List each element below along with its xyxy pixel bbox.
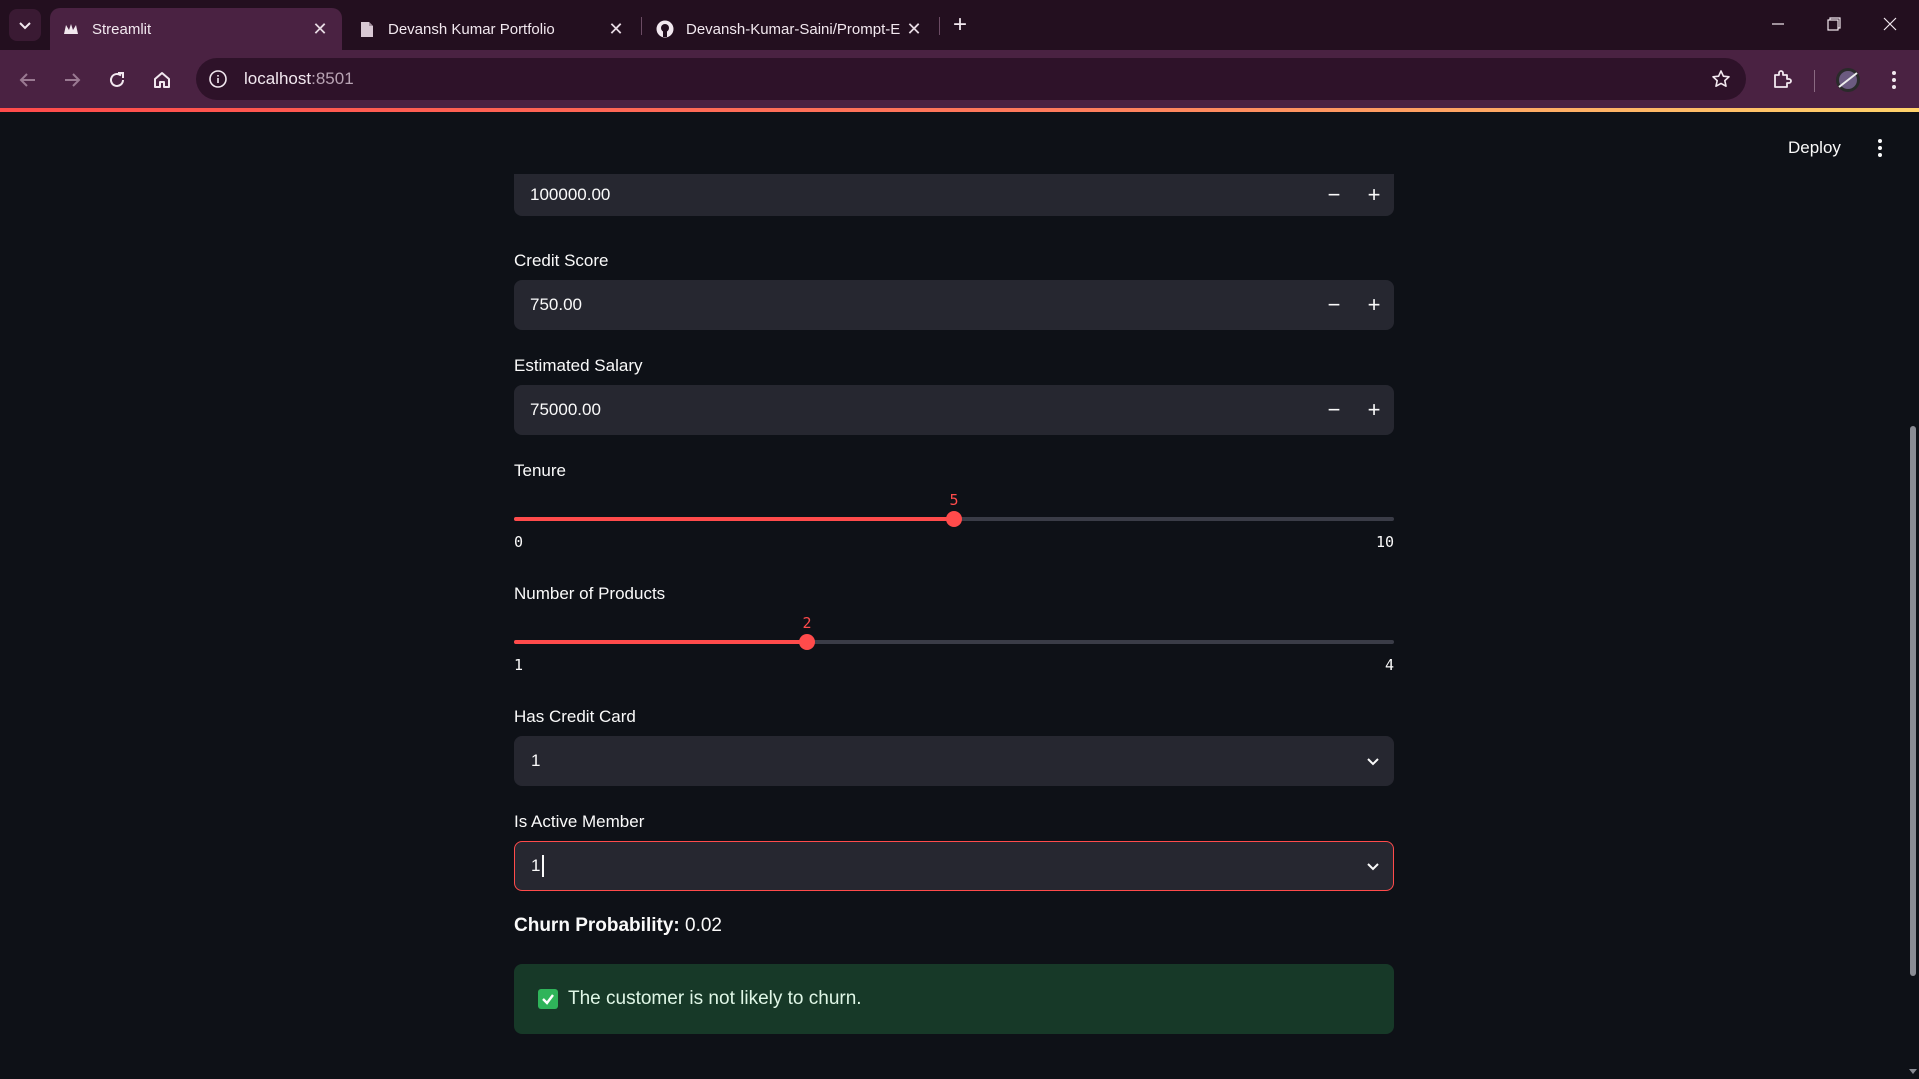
check-mark-icon	[538, 989, 558, 1009]
kebab-menu-icon	[1892, 71, 1896, 89]
salary-increment-button[interactable]: +	[1354, 385, 1394, 435]
success-message: The customer is not likely to churn.	[568, 988, 862, 1009]
slider-min-label: 0	[514, 533, 524, 551]
select-value[interactable]: 1	[531, 751, 1353, 771]
scroll-down-arrow-icon[interactable]	[1908, 1066, 1918, 1076]
home-icon	[154, 72, 170, 88]
close-icon	[1883, 17, 1897, 31]
bookmark-star-icon[interactable]	[1708, 66, 1734, 92]
salary-input[interactable]: 75000.00 − +	[514, 385, 1394, 435]
has-credit-card-label: Has Credit Card	[514, 707, 636, 726]
tab-separator	[641, 17, 642, 35]
toolbar-separator	[1814, 70, 1815, 92]
credit-score-decrement-button[interactable]: −	[1314, 280, 1354, 330]
slider-fill	[514, 640, 807, 644]
salary-value[interactable]: 75000.00	[530, 400, 1314, 420]
products-slider[interactable]: 2 1 4	[514, 614, 1394, 686]
minimize-button[interactable]	[1750, 0, 1806, 48]
success-alert: The customer is not likely to churn.	[514, 964, 1394, 1034]
profile-button[interactable]	[1832, 64, 1864, 96]
streamlit-app: Deploy 100000.00 − + Credit Score 750.00…	[0, 112, 1919, 1079]
credit-score-increment-button[interactable]: +	[1354, 280, 1394, 330]
close-icon[interactable]: ✕	[308, 17, 332, 41]
slider-min-label: 1	[514, 656, 524, 674]
text-caret	[542, 855, 545, 877]
salary-label: Estimated Salary	[514, 356, 643, 375]
churn-probability-label: Churn Probability:	[514, 915, 680, 936]
tab-title: Devansh Kumar Portfolio	[388, 20, 555, 38]
tab-title: Streamlit	[92, 20, 152, 38]
scrollbar-thumb[interactable]	[1910, 426, 1916, 976]
deploy-button[interactable]: Deploy	[1778, 132, 1851, 164]
tab-title: Devansh-Kumar-Saini/Prompt-E	[686, 20, 901, 38]
tab-separator	[939, 17, 940, 35]
salary-decrement-button[interactable]: −	[1314, 385, 1354, 435]
chevron-down-icon[interactable]	[1353, 736, 1393, 786]
select-value-text: 1	[531, 856, 541, 875]
chevron-down-icon[interactable]	[1353, 841, 1393, 891]
tab-streamlit[interactable]: Streamlit ✕	[50, 8, 342, 50]
reload-button[interactable]	[101, 64, 133, 96]
slider-max-label: 10	[1375, 533, 1394, 551]
url-text[interactable]: localhost:8501	[244, 69, 354, 89]
puzzle-icon	[1774, 70, 1792, 88]
browser-tab-bar: Streamlit ✕ Devansh Kumar Portfolio ✕ De…	[0, 0, 1919, 50]
new-tab-button[interactable]: +	[946, 11, 974, 39]
has-credit-card-select[interactable]: 1	[514, 736, 1394, 786]
select-value[interactable]: 1	[531, 855, 1353, 877]
churn-probability-text: Churn Probability: 0.02	[514, 915, 722, 937]
browser-menu-button[interactable]	[1878, 64, 1910, 96]
tab-search-button[interactable]	[9, 9, 41, 41]
balance-value[interactable]: 100000.00	[530, 185, 1314, 205]
reload-icon	[110, 72, 124, 87]
minimize-icon	[1772, 23, 1784, 25]
url-host: localhost	[244, 69, 312, 88]
plus-icon: +	[952, 11, 967, 38]
products-label: Number of Products	[514, 584, 666, 603]
balance-input[interactable]: 100000.00 − +	[514, 174, 1394, 216]
arrow-right-icon	[65, 73, 81, 87]
balance-increment-button[interactable]: +	[1354, 174, 1394, 216]
close-icon[interactable]: ✕	[902, 17, 926, 41]
slider-thumb[interactable]	[946, 511, 962, 527]
slider-max-label: 4	[1384, 656, 1394, 674]
close-window-button[interactable]	[1862, 0, 1918, 48]
credit-score-input[interactable]: 750.00 − +	[514, 280, 1394, 330]
restore-button[interactable]	[1806, 0, 1862, 48]
avatar-icon	[1836, 68, 1860, 92]
tenure-slider[interactable]: 5 0 10	[514, 491, 1394, 563]
restore-icon	[1827, 17, 1841, 31]
churn-probability-value: 0.02	[685, 915, 722, 936]
is-active-member-label: Is Active Member	[514, 812, 645, 831]
credit-score-label: Credit Score	[514, 251, 609, 270]
tenure-label: Tenure	[514, 461, 566, 480]
app-menu-button[interactable]	[1866, 132, 1894, 164]
arrow-left-icon	[19, 73, 35, 87]
tab-portfolio[interactable]: Devansh Kumar Portfolio ✕	[346, 8, 638, 50]
balance-decrement-button[interactable]: −	[1314, 174, 1354, 216]
chevron-down-icon	[19, 22, 31, 30]
slider-fill	[514, 517, 954, 521]
is-active-member-select[interactable]: 1	[514, 841, 1394, 891]
forward-button[interactable]	[56, 64, 88, 96]
home-button[interactable]	[146, 64, 178, 96]
document-icon	[358, 20, 376, 38]
credit-score-value[interactable]: 750.00	[530, 295, 1314, 315]
tab-github[interactable]: Devansh-Kumar-Saini/Prompt-E ✕	[644, 8, 936, 50]
site-info-icon[interactable]	[204, 65, 232, 93]
slider-current-value: 2	[802, 614, 812, 632]
url-port: :8501	[311, 69, 354, 88]
slider-thumb[interactable]	[799, 634, 815, 650]
browser-toolbar: localhost:8501	[0, 50, 1919, 110]
slider-current-value: 5	[949, 491, 959, 509]
extensions-button[interactable]	[1766, 64, 1798, 96]
back-button[interactable]	[12, 64, 44, 96]
close-icon[interactable]: ✕	[604, 17, 628, 41]
github-icon	[656, 20, 674, 38]
streamlit-crown-icon	[62, 20, 80, 38]
kebab-menu-icon	[1878, 139, 1882, 157]
address-bar[interactable]: localhost:8501	[196, 58, 1746, 100]
